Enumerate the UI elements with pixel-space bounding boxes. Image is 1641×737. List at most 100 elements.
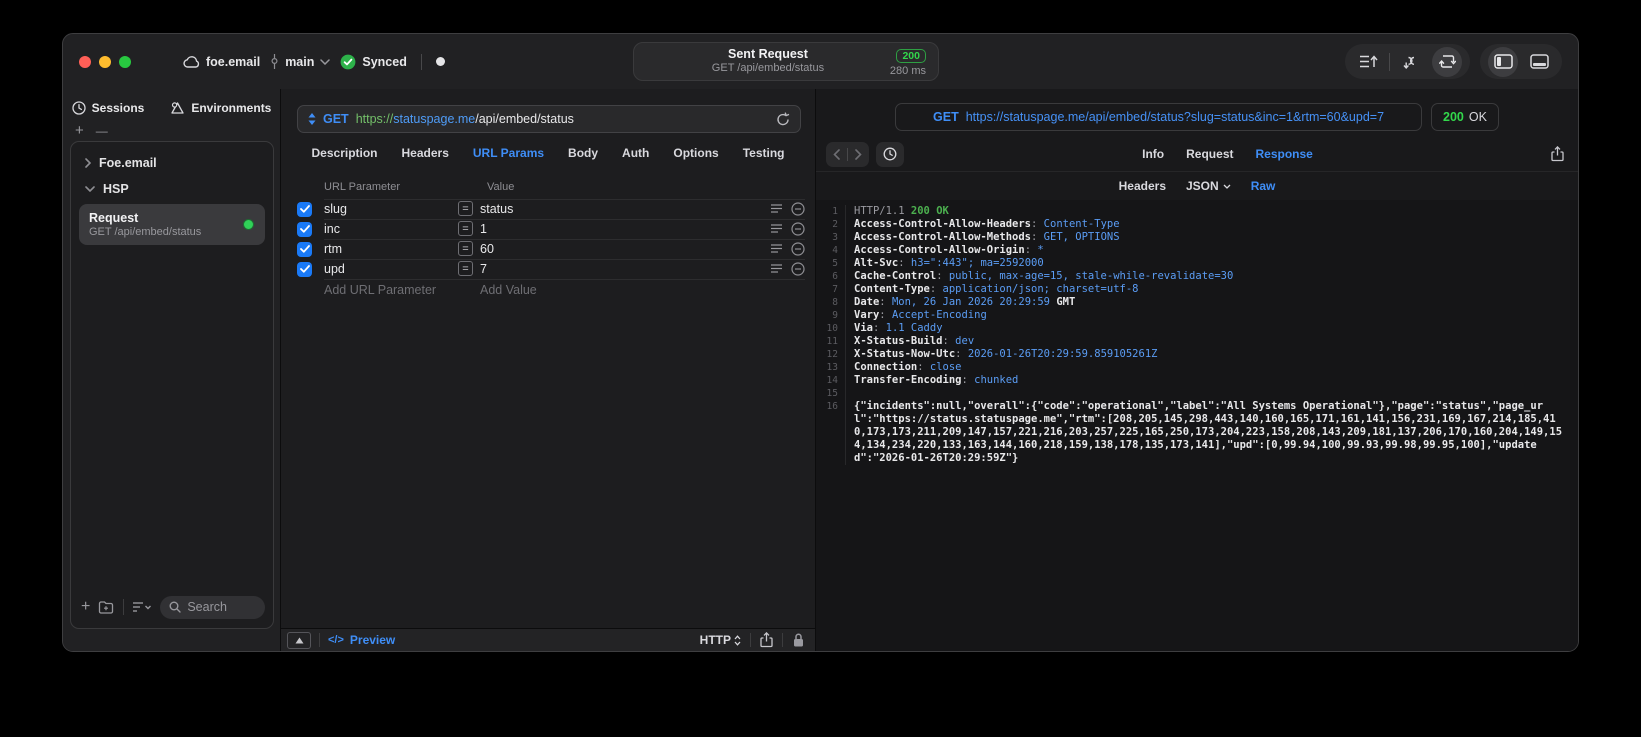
lock-icon[interactable] <box>792 632 805 648</box>
line-number: 2 <box>816 218 846 231</box>
param-name[interactable]: rtm <box>324 242 458 256</box>
tab-environments[interactable]: Environments <box>170 101 271 115</box>
add-request-button[interactable]: + <box>81 598 90 616</box>
response-url-text: https://statuspage.me/api/embed/status?s… <box>965 110 1385 124</box>
nav-pill-divider <box>847 147 848 161</box>
code-segment: Date <box>854 296 880 308</box>
text-options-icon[interactable] <box>771 224 782 233</box>
param-value[interactable]: 1 <box>480 222 762 236</box>
code-segment: Transfer-Encoding <box>854 374 962 386</box>
reload-icon[interactable] <box>776 111 790 127</box>
sync-status[interactable]: Synced <box>340 54 407 70</box>
text-options-icon[interactable] <box>771 264 782 273</box>
request-order-button[interactable] <box>1353 47 1383 77</box>
code-segment: chunked <box>974 374 1019 386</box>
checkbox-checked-icon[interactable] <box>297 201 312 217</box>
tree-group-hsp[interactable]: HSP <box>77 176 267 202</box>
remove-row-icon[interactable] <box>791 201 805 216</box>
zoom-window-button[interactable] <box>119 55 131 68</box>
checkbox-checked-icon[interactable] <box>297 221 312 237</box>
tab-options[interactable]: Options <box>673 146 718 160</box>
sidebar-item-request-selected[interactable]: Request GET /api/embed/status <box>79 204 265 245</box>
text-options-icon[interactable] <box>771 244 782 253</box>
request-url-input[interactable]: GET https://statuspage.me/api/embed/stat… <box>297 105 801 133</box>
equals-operator-icon: = <box>458 221 473 236</box>
sort-filter-icon[interactable] <box>132 601 152 613</box>
code-segment: : <box>917 361 930 373</box>
response-line: 1 HTTP/1.1 200 OK <box>816 205 1578 218</box>
checkbox-checked-icon[interactable] <box>297 241 312 257</box>
request-status-pill[interactable]: Sent Request GET /api/embed/status 200 2… <box>633 42 939 81</box>
tab-testing[interactable]: Testing <box>743 146 785 160</box>
new-folder-icon[interactable] <box>98 600 115 614</box>
import-link-button[interactable] <box>1396 47 1426 77</box>
code-segment: : <box>879 296 892 308</box>
param-name[interactable]: upd <box>324 262 458 276</box>
checkbox-checked-icon[interactable] <box>297 261 312 277</box>
protocol-select[interactable]: HTTP <box>700 633 741 647</box>
param-value[interactable]: 7 <box>480 262 762 276</box>
param-value[interactable]: status <box>480 202 762 216</box>
remove-row-icon[interactable] <box>791 221 805 236</box>
response-line: 14 Transfer-Encoding: chunked <box>816 374 1578 387</box>
add-session-button[interactable]: + <box>75 123 84 138</box>
tab-info[interactable]: Info <box>1142 147 1164 161</box>
search-input[interactable]: Search <box>160 595 265 619</box>
minimize-window-button[interactable] <box>99 55 111 68</box>
add-value-placeholder[interactable]: Add Value <box>480 283 537 297</box>
subtab-json-label: JSON <box>1186 179 1219 193</box>
collapse-panel-icon[interactable] <box>287 631 311 649</box>
tab-description[interactable]: Description <box>312 146 378 160</box>
param-value[interactable]: 60 <box>480 242 762 256</box>
subtab-json[interactable]: JSON <box>1186 179 1231 193</box>
share-icon[interactable] <box>760 632 773 648</box>
param-row-line: slug = status <box>324 199 805 220</box>
tab-request[interactable]: Request <box>1186 147 1233 161</box>
response-line: 9 Vary: Accept-Encoding <box>816 309 1578 322</box>
response-body[interactable]: 1 HTTP/1.1 200 OK 2 Access-Control-Allow-He… <box>816 200 1578 651</box>
subtab-raw[interactable]: Raw <box>1251 179 1276 193</box>
tab-body[interactable]: Body <box>568 146 598 160</box>
history-clock-icon <box>71 101 86 115</box>
method-stepper-icon[interactable] <box>308 113 316 125</box>
toggle-bottom-panel-button[interactable] <box>1524 47 1554 77</box>
param-name[interactable]: inc <box>324 222 458 236</box>
subtab-headers[interactable]: Headers <box>1119 179 1166 193</box>
sent-request-url[interactable]: GET https://statuspage.me/api/embed/stat… <box>895 103 1423 131</box>
project-menu[interactable]: foe.email <box>183 55 260 69</box>
toggle-sidebar-button[interactable] <box>1488 46 1518 77</box>
add-url-parameter-placeholder[interactable]: Add URL Parameter <box>324 283 480 297</box>
close-window-button[interactable] <box>79 55 91 68</box>
param-name[interactable]: slug <box>324 202 458 216</box>
request-url: https://statuspage.me/api/embed/status <box>356 112 574 126</box>
response-line: 12 X-Status-Now-Utc: 2026-01-26T20:29:59.… <box>816 348 1578 361</box>
tab-url-params[interactable]: URL Params <box>473 146 544 160</box>
preview-button[interactable]: </> Preview <box>328 633 395 647</box>
response-line: 2 Access-Control-Allow-Headers: Content-T… <box>816 218 1578 231</box>
tab-headers[interactable]: Headers <box>402 146 449 160</box>
line-number: 12 <box>816 348 846 361</box>
export-share-icon[interactable] <box>1551 146 1564 162</box>
tab-sessions[interactable]: Sessions <box>71 101 145 115</box>
back-icon[interactable] <box>833 148 840 160</box>
send-receive-panel-button[interactable] <box>1432 46 1462 77</box>
session-indicator-dot[interactable] <box>435 57 445 66</box>
tab-response[interactable]: Response <box>1255 147 1312 161</box>
tab-sessions-label: Sessions <box>91 101 145 115</box>
tree-group-foe-email[interactable]: Foe.email <box>77 150 267 176</box>
branch-menu[interactable]: main <box>270 54 331 69</box>
response-status-text: OK <box>1468 110 1487 124</box>
remove-row-icon[interactable] <box>791 261 805 276</box>
forward-icon[interactable] <box>855 148 862 160</box>
toolbar-group-request <box>1345 44 1470 79</box>
remove-session-button[interactable]: — <box>96 125 108 137</box>
text-options-icon[interactable] <box>771 204 782 213</box>
remove-row-icon[interactable] <box>791 241 805 256</box>
param-row-line: inc = 1 <box>324 219 805 240</box>
code-segment: : <box>961 374 975 386</box>
code-segment: : <box>898 257 911 269</box>
equals-operator-icon: = <box>458 201 473 216</box>
tab-auth[interactable]: Auth <box>622 146 649 160</box>
code-segment: Vary <box>854 309 880 321</box>
history-clock-pill[interactable] <box>876 141 904 167</box>
